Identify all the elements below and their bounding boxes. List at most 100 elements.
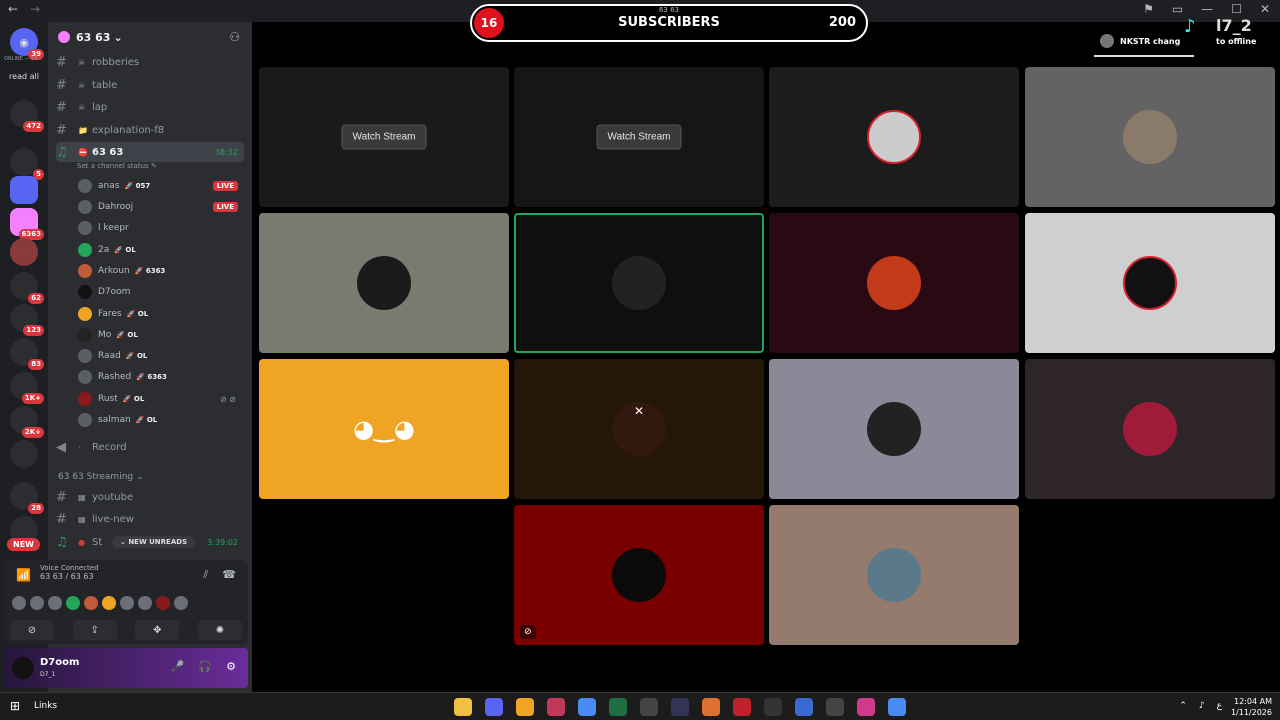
participant-tile[interactable] [769, 67, 1019, 207]
disconnect-icon[interactable]: ☎ [222, 568, 236, 582]
participant-tile-default[interactable]: ◕‿◕ [259, 359, 509, 499]
voice-member[interactable]: 2a 🚀 OL [78, 240, 242, 260]
settings-gear-icon[interactable]: ⚙ [226, 660, 236, 673]
channel-youtube[interactable]: # ▦ youtube [56, 487, 244, 507]
voice-member[interactable]: Dahrooj LIVE [78, 197, 242, 217]
voice-member[interactable]: D7oom [78, 282, 242, 302]
app-icon[interactable] [733, 698, 751, 716]
activities-button[interactable]: ✥ [135, 620, 180, 640]
user-avatar[interactable] [12, 657, 34, 679]
avatar[interactable] [174, 596, 188, 610]
avatar[interactable] [30, 596, 44, 610]
app-icon[interactable] [702, 698, 720, 716]
voice-channel-6363[interactable]: ♫ ⛔ 63 63 38:32 [56, 142, 244, 162]
voice-member[interactable]: Fares 🚀 OL [78, 304, 242, 324]
excel-icon[interactable] [609, 698, 627, 716]
voice-member[interactable]: l keepr [78, 218, 242, 238]
voice-member[interactable]: Arkoun 🚀 6363 [78, 261, 242, 281]
avatar[interactable] [102, 596, 116, 610]
voice-member[interactable]: salman 🚀 OL [78, 410, 242, 430]
server-icon-5[interactable]: 123 [10, 304, 44, 336]
chrome-icon[interactable] [578, 698, 596, 716]
participant-tile[interactable] [769, 213, 1019, 353]
invite-member-icon[interactable]: ⚇ [229, 30, 240, 44]
signal-icon[interactable]: 📶 [16, 568, 31, 582]
back-arrow-icon[interactable]: ← [8, 2, 18, 16]
watch-stream-button[interactable]: Watch Stream [341, 124, 427, 150]
voice-member[interactable]: Raad 🚀 OL [78, 346, 242, 366]
microphone-icon[interactable]: 🎤 [171, 660, 185, 673]
voice-member[interactable]: Mo 🚀 OL [78, 325, 242, 345]
home-button[interactable]: ◉ 39 [10, 28, 44, 60]
clock[interactable]: 12:04 AM 1/11/2026 [1231, 696, 1272, 718]
flag-icon[interactable]: ⚑ [1143, 2, 1154, 16]
participant-tile[interactable] [1025, 67, 1275, 207]
soundboard-button[interactable]: ✺ [197, 620, 242, 640]
server-icon-1[interactable]: 472 [10, 100, 44, 132]
close-icon[interactable]: ✕ [634, 404, 644, 418]
noise-suppression-icon[interactable]: ⫽ [203, 568, 208, 582]
server-icon-3[interactable] [10, 238, 38, 266]
server-icon-2[interactable]: 5 [10, 148, 44, 180]
server-icon-9[interactable] [10, 440, 38, 468]
forward-arrow-icon[interactable]: → [30, 2, 40, 16]
headphones-icon[interactable]: 🎧 [198, 660, 212, 673]
app-icon[interactable] [795, 698, 813, 716]
server-header[interactable]: 63 63 ⌄ [48, 22, 252, 52]
avatar[interactable] [120, 596, 134, 610]
channel-live-new[interactable]: # ▦ live-new [56, 509, 244, 529]
voice-member[interactable]: Rust 🚀 OL ⊘ ⊘ [78, 389, 242, 409]
tiktok-tray-icon[interactable]: ♪ [1199, 701, 1205, 711]
server-icon-7[interactable]: 1K+ [10, 372, 44, 404]
app-icon[interactable] [857, 698, 875, 716]
folder-icon[interactable] [10, 176, 38, 204]
channel-status-hint[interactable]: Set a channel status ✎ [77, 162, 157, 170]
read-all-button[interactable]: read all [4, 72, 44, 81]
file-explorer-icon[interactable] [454, 698, 472, 716]
language-indicator[interactable]: ع [1217, 701, 1222, 711]
server-icon-6363[interactable]: 6363 [10, 208, 44, 240]
avatar[interactable] [66, 596, 80, 610]
participant-tile[interactable] [769, 359, 1019, 499]
new-servers-pill[interactable]: NEW [7, 538, 40, 551]
app-icon[interactable] [516, 698, 534, 716]
watch-stream-button[interactable]: Watch Stream [596, 124, 682, 150]
participant-tile[interactable]: ⊘ [514, 505, 764, 645]
participant-tile[interactable]: ✕ [514, 359, 764, 499]
app-icon[interactable] [826, 698, 844, 716]
channel-table[interactable]: # ☠ table [56, 75, 244, 95]
windows-start-icon[interactable]: ⊞ [10, 699, 20, 713]
avatar[interactable] [138, 596, 152, 610]
participant-tile[interactable] [1025, 359, 1275, 499]
discord-app-icon[interactable] [485, 698, 503, 716]
avatar[interactable] [48, 596, 62, 610]
channel-lap[interactable]: # ☠ lap [56, 97, 244, 117]
voice-channel-path[interactable]: 63 63 / 63 63 [40, 572, 94, 581]
participant-tile-speaking[interactable] [514, 213, 764, 353]
app-icon[interactable] [671, 698, 689, 716]
participant-tile[interactable] [259, 213, 509, 353]
server-icon-6[interactable]: 83 [10, 338, 44, 370]
chrome-icon[interactable] [888, 698, 906, 716]
new-unreads-pill[interactable]: ⌄ NEW UNREADS [112, 536, 196, 548]
app-icon[interactable] [640, 698, 658, 716]
category-header[interactable]: 63 63 Streaming ⌄ [58, 472, 144, 482]
channel-robberies[interactable]: # ☠ robberies [56, 52, 244, 72]
participant-tile[interactable] [1025, 213, 1275, 353]
channel-explanation-f8[interactable]: # 📁 explanation-f8 [56, 120, 244, 140]
chevron-up-icon[interactable]: ⌃ [1179, 701, 1187, 711]
user-name[interactable]: D7oom [40, 657, 79, 668]
stream-tile-anas[interactable]: Watch Stream [259, 67, 509, 207]
camera-off-button[interactable]: ⊘ [10, 620, 54, 640]
avatar[interactable] [156, 596, 170, 610]
stream-tile-dahrooj[interactable]: Watch Stream [514, 67, 764, 207]
server-icon-10[interactable]: 28 [10, 482, 44, 514]
voice-member[interactable]: Rashed 🚀 6363 [78, 367, 242, 387]
avatar[interactable] [84, 596, 98, 610]
server-icon-4[interactable]: 62 [10, 272, 44, 304]
voice-channel-record[interactable]: ◀ · Record [56, 437, 244, 457]
app-icon[interactable] [547, 698, 565, 716]
app-icon[interactable] [764, 698, 782, 716]
links-toolbar[interactable]: Links [34, 701, 57, 711]
share-screen-button[interactable]: ⇪ [72, 620, 117, 640]
